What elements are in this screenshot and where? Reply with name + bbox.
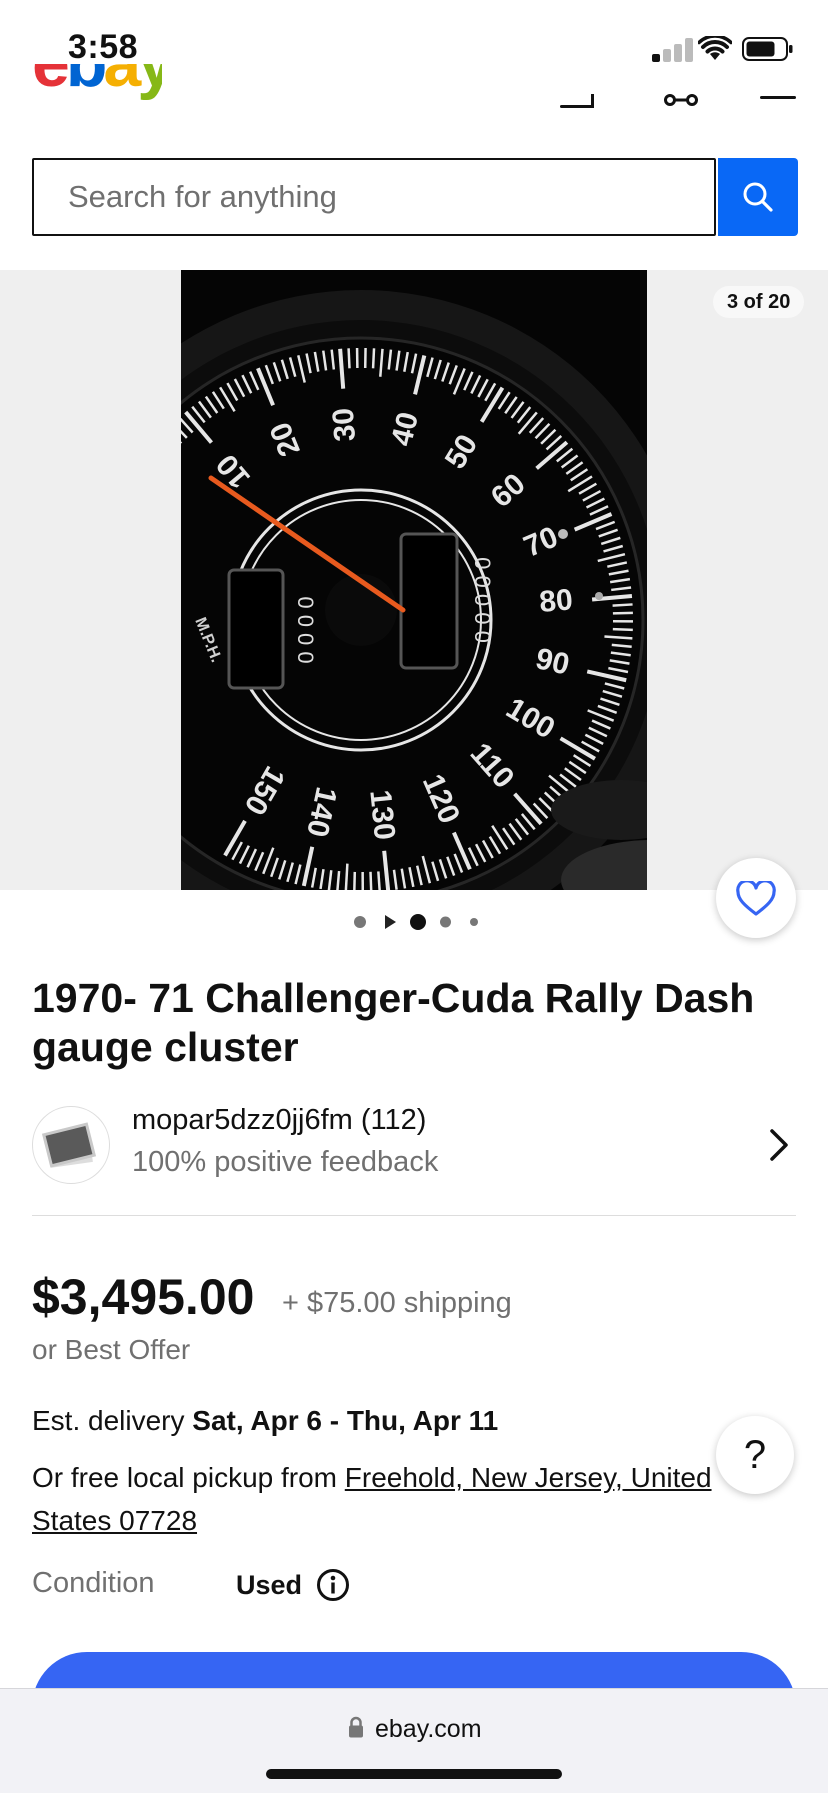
- pickup-label: Or free local pickup from: [32, 1462, 345, 1493]
- image-gallery[interactable]: 102030405060708090100110120130140150 0 0…: [0, 270, 828, 890]
- search-icon: [740, 179, 776, 215]
- seller-name[interactable]: mopar5dzz0jj6fm (112): [132, 1104, 426, 1137]
- photo-icon: [33, 1107, 109, 1183]
- info-icon[interactable]: [316, 1568, 350, 1602]
- listing-title: 1970- 71 Challenger-Cuda Rally Dash gaug…: [32, 974, 792, 1072]
- cellular-signal-icon: [652, 38, 692, 62]
- search-bar: [32, 158, 716, 236]
- svg-text:0 0 0 0: 0 0 0 0: [293, 596, 318, 663]
- speedometer-photo: 102030405060708090100110120130140150 0 0…: [181, 270, 647, 890]
- gauge-tick: [346, 864, 348, 890]
- gauge-tick: [373, 348, 374, 368]
- divider: [32, 1215, 796, 1216]
- svg-text:0 0 0 0 0: 0 0 0 0 0: [470, 557, 495, 643]
- ebay-logo[interactable]: ebay: [32, 64, 162, 112]
- condition-value: Used: [236, 1570, 302, 1601]
- seller-feedback: 100% positive feedback: [132, 1146, 438, 1179]
- url-text: ebay.com: [375, 1715, 482, 1744]
- watch-button[interactable]: [716, 858, 796, 938]
- wifi-icon: [698, 36, 732, 62]
- help-button[interactable]: ?: [716, 1416, 794, 1494]
- search-button[interactable]: [718, 158, 798, 236]
- browser-address-bar[interactable]: ebay.com: [0, 1688, 828, 1793]
- status-time: 3:58: [68, 28, 138, 67]
- delivery-label: Est. delivery: [32, 1405, 192, 1436]
- gallery-pagination: [352, 912, 482, 932]
- gauge-label: 130: [363, 788, 401, 841]
- home-indicator[interactable]: [266, 1769, 562, 1779]
- gauge-tick: [613, 604, 633, 605]
- play-icon: [384, 915, 396, 929]
- seller-avatar[interactable]: [32, 1106, 110, 1184]
- condition-label: Condition: [32, 1567, 155, 1600]
- search-input[interactable]: [34, 160, 714, 234]
- delivery-dates: Sat, Apr 6 - Thu, Apr 11: [192, 1405, 498, 1436]
- image-counter: 3 of 20: [713, 286, 804, 318]
- listing-photo[interactable]: 102030405060708090100110120130140150 0 0…: [181, 270, 647, 890]
- gauge-tick: [613, 629, 633, 630]
- gauge-tick: [349, 348, 350, 368]
- item-price: $3,495.00: [32, 1268, 254, 1326]
- estimated-delivery: Est. delivery Sat, Apr 6 - Thu, Apr 11: [32, 1405, 498, 1437]
- gauge-label: 80: [538, 583, 574, 619]
- account-icon[interactable]: [664, 90, 698, 106]
- logo-wordmark: ebay: [32, 64, 162, 102]
- lock-icon: [348, 1716, 364, 1738]
- local-pickup: Or free local pickup from Freehold, New …: [32, 1456, 732, 1542]
- chevron-right-icon[interactable]: [768, 1128, 790, 1162]
- heart-icon: [736, 881, 776, 917]
- best-offer-label: or Best Offer: [32, 1334, 190, 1366]
- gauge-tick: [337, 871, 339, 890]
- gauge-label: 30: [327, 407, 362, 443]
- cart-icon[interactable]: [556, 84, 596, 108]
- menu-icon[interactable]: [760, 96, 796, 99]
- battery-icon: [742, 36, 794, 62]
- gauge-tick: [613, 613, 633, 614]
- shipping-cost: + $75.00 shipping: [282, 1287, 512, 1320]
- gauge-tick: [378, 871, 379, 890]
- gauge-tick: [370, 872, 371, 890]
